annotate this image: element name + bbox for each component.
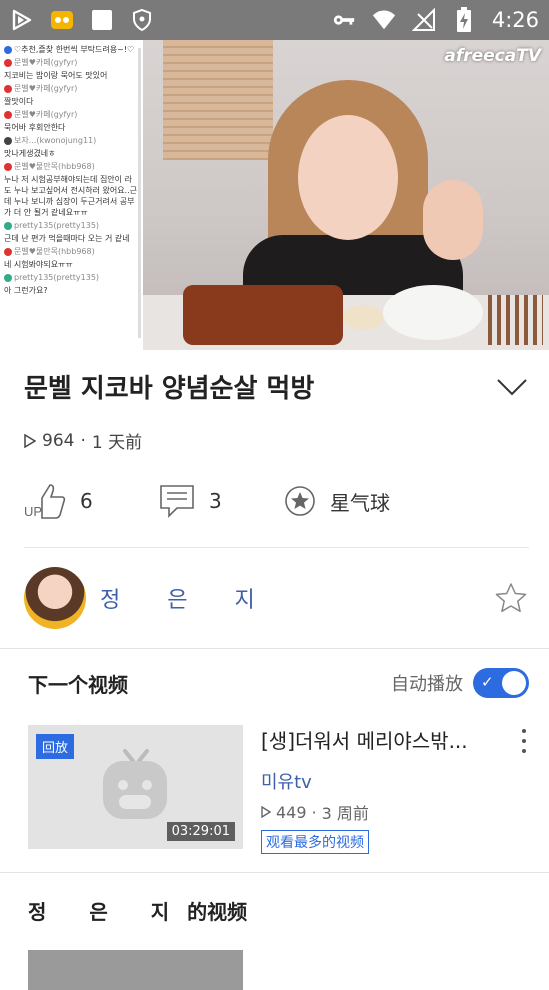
channel-name[interactable]: 정 은 지: [100, 582, 275, 614]
no-signal-icon: [411, 8, 436, 32]
expand-button[interactable]: [495, 370, 529, 404]
card-title[interactable]: [생]더워서 메리야스밖...: [261, 725, 493, 754]
card-channel[interactable]: 미유tv: [261, 768, 529, 794]
like-button[interactable]: UP 6: [24, 482, 159, 520]
channel-row: 정 은 지: [24, 567, 529, 629]
channel-videos-suffix: 的视频: [187, 900, 248, 924]
section-divider: [0, 872, 549, 873]
chat-message: 문벨♥물만목(hbb968): [4, 246, 139, 257]
favorite-button[interactable]: [493, 580, 529, 616]
svg-text:UP: UP: [24, 504, 42, 519]
status-time: 4:26: [491, 8, 539, 32]
chat-overlay: ♡추천,즐찾 한번씩 부탁드려용~!♡ 문벨♥카페(gyfyr) 지코비는 밥이…: [0, 40, 143, 350]
chat-message-text: 묵어바 후회안한다: [4, 123, 66, 132]
next-video-heading: 下一个视频: [28, 672, 128, 697]
chat-message: 문벨♥카페(gyfyr): [4, 57, 139, 68]
chat-message: pretty135(pretty135): [4, 272, 139, 283]
card-views: 449: [276, 802, 307, 822]
chat-message: 문벨♥카페(gyfyr): [4, 83, 139, 94]
check-icon: ✓: [481, 673, 494, 691]
card-time: 3 周前: [321, 804, 369, 823]
chat-message-text: 근데 난 편가 먹을때마다 오는 거 같네: [4, 234, 130, 243]
play-count-icon: [24, 433, 36, 448]
video-thumbnail[interactable]: [28, 950, 243, 990]
comment-button[interactable]: 3: [159, 484, 284, 518]
section-divider: [0, 648, 549, 649]
chevron-down-icon: [497, 378, 527, 395]
meta-separator: ·: [311, 802, 317, 822]
afreeca-app-icon: [50, 8, 74, 32]
video-player[interactable]: afreecaTV ♡추천,즐찾 한번씩 부탁드려용~!♡ 문벨♥카페(gyfy…: [0, 40, 549, 350]
star-balloon-label: 星气球: [330, 490, 390, 515]
comment-icon: [160, 485, 194, 518]
meta-separator: ·: [80, 430, 86, 451]
replay-badge: 回放: [36, 734, 75, 759]
card-info: [생]더워서 메리야스밖... 미유tv 449 · 3 周前 观看最多的视频: [261, 725, 529, 854]
play-count-icon: [261, 806, 271, 818]
card-meta: 449 · 3 周前: [261, 800, 529, 824]
wifi-icon: [372, 8, 396, 32]
chat-message-text: 누나 저 시험공부해야되는데 집안이 라도 누나 보고싶어서 전시하러 왔어요.…: [4, 175, 138, 217]
chat-message: 문벨♥물만목(hbb968): [4, 161, 139, 172]
tv-placeholder-icon: [103, 749, 167, 819]
more-options-button[interactable]: [519, 729, 529, 753]
channel-videos-name: 정 은 지: [28, 900, 188, 924]
status-bar: 4:26: [0, 0, 549, 40]
star-outline-icon: [495, 583, 527, 613]
chat-message-text: 네 시험봐야되요ㅠㅠ: [4, 260, 73, 269]
autoplay-label: 自动播放: [391, 674, 463, 695]
chat-message-text: 짤맛이다: [4, 97, 34, 106]
next-video-card[interactable]: 回放 03:29:01 [생]더워서 메리야스밖... 미유tv 449 · 3…: [28, 725, 529, 854]
chat-notice: ♡추천,즐찾 한번씩 부탁드려용~!♡: [4, 44, 139, 55]
star-balloon-button[interactable]: 星气球: [284, 485, 390, 517]
chat-scrollbar[interactable]: [138, 48, 141, 338]
next-video-header: 下一个视频 自动播放 ✓: [28, 668, 529, 698]
afreecatv-logo: afreecaTV: [444, 46, 541, 66]
shield-icon: [130, 8, 154, 32]
square-icon: [90, 8, 114, 32]
video-frame: afreecaTV: [143, 40, 549, 350]
video-thumbnail[interactable]: 回放 03:29:01: [28, 725, 243, 849]
upload-time: 1 天前: [91, 433, 143, 453]
chat-message: 보자...(kwonojung11): [4, 135, 139, 146]
star-balloon-icon: [285, 486, 315, 516]
comment-count: 3: [209, 489, 222, 513]
thumbs-up-icon: UP: [24, 484, 66, 519]
autoplay-control: 自动播放 ✓: [391, 668, 529, 698]
key-icon: [332, 8, 356, 32]
play-store-icon: [10, 8, 34, 32]
video-title: 문벨 지코바 양념순살 먹방: [24, 374, 315, 404]
channel-videos-heading: 정 은 지的视频: [28, 896, 247, 925]
divider: [24, 547, 529, 548]
video-meta: 964 · 1 天前: [24, 428, 142, 453]
chat-message: 문벨♥카페(gyfyr): [4, 109, 139, 120]
chat-message: pretty135(pretty135): [4, 220, 139, 231]
video-duration: 03:29:01: [166, 822, 235, 841]
toggle-knob: [502, 671, 526, 695]
battery-charging-icon: [452, 7, 476, 32]
autoplay-toggle[interactable]: ✓: [473, 668, 529, 698]
view-count: 964: [42, 430, 75, 451]
chat-message-text: 아 그런가요?: [4, 286, 48, 295]
channel-avatar[interactable]: [24, 567, 86, 629]
chat-message-text: 맛나게생겼네ㅎ: [4, 149, 56, 158]
action-bar: UP 6 3 星气球: [24, 478, 529, 524]
chat-message-text: 지코비는 밥이랑 묵어도 맛있어: [4, 71, 108, 80]
most-viewed-tag: 观看最多的视频: [261, 830, 369, 854]
like-count: 6: [80, 489, 93, 513]
